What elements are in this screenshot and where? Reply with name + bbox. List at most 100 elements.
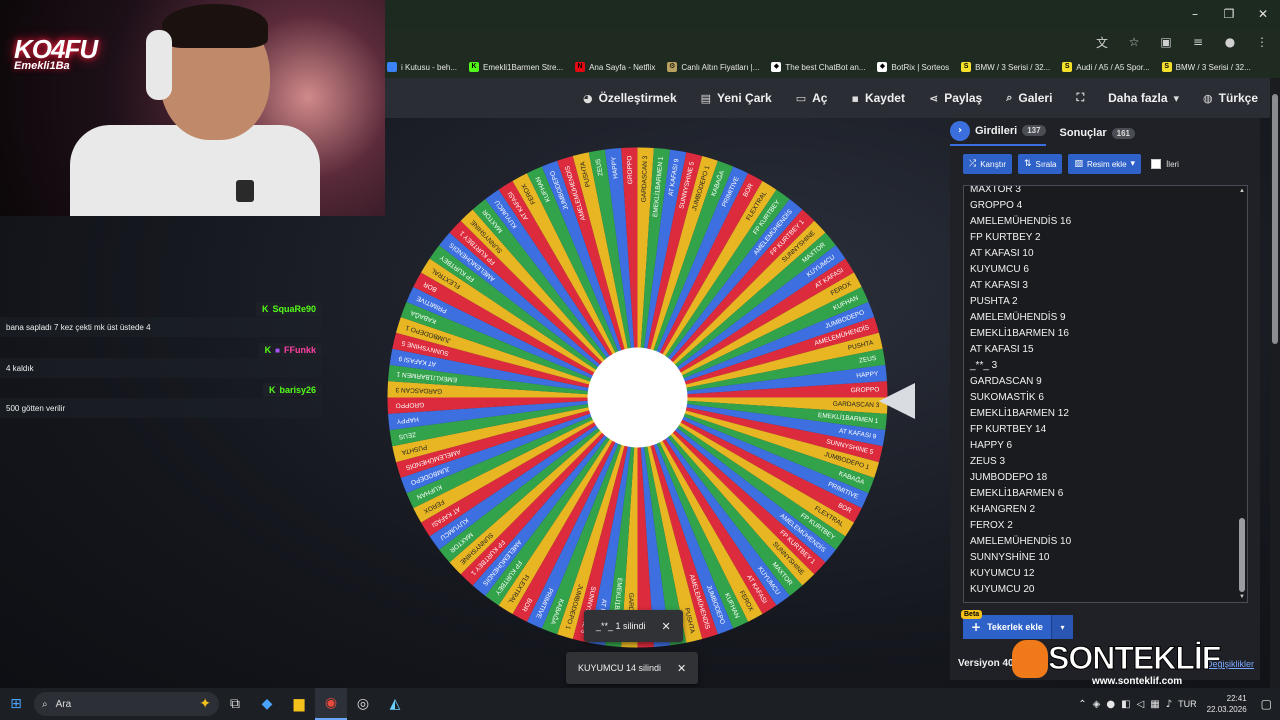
volume-icon[interactable]: ◁ [1137,699,1145,710]
entry-line[interactable]: SUNNYSHİNE 10 [970,550,1235,566]
page-scrollbar[interactable] [1270,78,1280,688]
app-icon[interactable]: ◭ [379,688,411,720]
file-explorer-icon[interactable]: ▆ [283,688,315,720]
entry-line[interactable]: AMELEMÜHENDİS 16 [970,214,1235,230]
speaker-icon[interactable]: ♪ [1166,699,1172,710]
checkbox[interactable] [1151,159,1162,169]
scroll-down-icon[interactable]: ▼ [1239,594,1245,600]
beta-badge: Beta [961,610,983,619]
bookmark-item[interactable]: K Emekli1Barmen Stre... [469,62,563,72]
share-button[interactable]: ⋖ Paylaş [929,91,982,105]
bookmark-item[interactable]: S BMW / 3 Serisi / 32... [961,62,1050,72]
bookmark-favicon-icon: ⚙ [667,62,678,72]
entry-line[interactable]: MAXTOR 3 [970,186,1235,198]
taskbar-clock[interactable]: 22:41 22.03.2026 [1207,693,1247,715]
entry-line[interactable]: FP KURTBEY 14 [970,422,1235,438]
entry-line[interactable]: EMEKLİ1BARMEN 16 [970,326,1235,342]
fullscreen-button[interactable]: ⛶ [1076,91,1084,105]
menu-icon[interactable]: ⋮ [1252,32,1272,52]
clock-time: 22:41 [1226,694,1247,703]
taskbar-search[interactable]: ⌕ Ara ✦ [34,692,219,716]
tab-results[interactable]: Sonuçlar 161 [1060,127,1135,139]
restore-icon[interactable]: ❐ [1212,0,1246,28]
minimize-icon[interactable]: – [1178,0,1212,28]
entry-line[interactable]: KHANGREN 2 [970,502,1235,518]
close-icon[interactable]: ✕ [662,620,671,633]
scroll-thumb[interactable] [1239,518,1245,592]
page-scroll-thumb[interactable] [1272,94,1278,344]
customize-button[interactable]: ◕ Özelleştirmek [583,91,677,105]
shuffle-button[interactable]: ⤮ Karıştır [963,154,1012,174]
entry-line[interactable]: JUMBODEPO 18 [970,470,1235,486]
close-icon[interactable]: ✕ [677,662,686,675]
entry-line[interactable]: KUYUMCU 20 [970,582,1235,598]
advanced-checkbox[interactable]: İleri [1151,159,1179,169]
bookmark-item[interactable]: S Audi / A5 / A5 Spor... [1062,62,1150,72]
obs-icon[interactable]: ◎ [347,688,379,720]
windows-start-icon[interactable]: ⊞ [0,688,32,720]
entry-line[interactable]: AMELEMÜHENDİS 10 [970,534,1235,550]
more-menu[interactable]: Daha fazla ▾ [1108,91,1179,105]
profile-avatar[interactable]: ● [1220,32,1240,52]
tray-app-icon[interactable]: ◈ [1093,699,1101,710]
entry-line[interactable]: AMELEMÜHENDİS 9 [970,310,1235,326]
bookmark-favicon-icon: ◆ [877,62,888,72]
entry-line[interactable]: AT KAFASI 10 [970,246,1235,262]
extensions-icon[interactable]: ▣ [1156,32,1176,52]
entry-line[interactable]: SUKOMASTİK 6 [970,390,1235,406]
microphone-icon[interactable]: ● [1106,699,1115,710]
spin-wheel[interactable]: GARDASCAN 3 EMEKLİ1BARMEN 1 AT KAFASI 9 SUN… [385,145,890,650]
save-button[interactable]: ▪ Kaydet [851,91,904,105]
gallery-button[interactable]: ⌕ Galeri [1006,91,1052,105]
wheel-center-hub[interactable] [587,347,688,448]
add-image-button[interactable]: ▨ Resim ekle ▾ [1068,154,1142,174]
tab-entries[interactable]: › Girdileri 137 [950,120,1046,146]
bookmark-item[interactable]: i Kutusu - beh... [387,62,457,72]
entry-line[interactable]: HAPPY 6 [970,438,1235,454]
translate-icon[interactable]: 文 [1092,32,1112,52]
network-icon[interactable]: ▦ [1150,699,1159,710]
entry-line[interactable]: GROPPO 4 [970,198,1235,214]
entry-line[interactable]: _**_ 3 [970,358,1235,374]
entries-list[interactable]: MAXTOR 3 GROPPO 4 AMELEMÜHENDİS 16 FP KURTB… [970,186,1235,598]
entry-line[interactable]: FEROX 2 [970,518,1235,534]
chevron-right-icon[interactable]: › [950,120,970,141]
wheel-pointer-icon [879,383,915,419]
entries-scrollbar[interactable]: ▲ ▼ [1239,188,1245,600]
language-menu[interactable]: ◍ Türkçe [1203,91,1258,105]
entry-line[interactable]: GARDASCAN 9 [970,374,1235,390]
clock-date: 22.03.2026 [1206,705,1247,714]
star-icon[interactable]: ☆ [1124,32,1144,52]
entry-line[interactable]: FP KURTBEY 2 [970,230,1235,246]
chat-username: Kbarisy26 [262,383,322,397]
entry-line[interactable]: EMEKLİ1BARMEN 12 [970,406,1235,422]
entry-line[interactable]: EMEKLİ1BARMEN 6 [970,486,1235,502]
close-icon[interactable]: ✕ [1246,0,1280,28]
sort-button[interactable]: ⇅ Sırala [1017,154,1063,174]
app-icon[interactable]: ◆ [251,688,283,720]
task-view-icon[interactable]: ⧉ [219,688,251,720]
open-button[interactable]: ▭ Aç [796,91,828,105]
notification-icon[interactable]: ▢ [1261,697,1272,711]
bookmark-item[interactable]: ⚙ Canlı Altın Fiyatları |... [667,62,759,72]
entry-line[interactable]: PUSHTA 2 [970,294,1235,310]
new-wheel-button[interactable]: ▤ Yeni Çark [701,91,772,105]
bookmark-item[interactable]: S BMW / 3 Serisi / 32... [1161,62,1251,72]
bookmark-item[interactable]: ◆ The best ChatBot an... [771,62,865,72]
tray-app-icon[interactable]: ◧ [1121,699,1130,710]
bookmark-item[interactable]: ◆ BotRix | Sorteos [877,62,949,72]
language-indicator[interactable]: TUR [1178,699,1197,709]
entry-line[interactable]: KUYUMCU 6 [970,262,1235,278]
entry-line[interactable]: AT KAFASI 15 [970,342,1235,358]
entry-line[interactable]: ZEUS 3 [970,454,1235,470]
entry-line[interactable]: KUYUMCU 12 [970,566,1235,582]
chevron-up-icon[interactable]: ⌃ [1078,699,1086,710]
chrome-icon[interactable]: ◉ [315,688,347,720]
bookmark-item[interactable]: N Ana Sayfa - Netflix [575,62,655,72]
reading-list-icon[interactable]: ≡ [1188,32,1208,52]
folder-icon: ▭ [795,91,807,105]
wheel-graphic[interactable]: GARDASCAN 3 EMEKLİ1BARMEN 1 AT KAFASI 9SUN… [385,145,890,650]
entries-textarea[interactable]: MAXTOR 3 GROPPO 4 AMELEMÜHENDİS 16 FP KURTB… [963,185,1248,603]
entry-line[interactable]: AT KAFASI 3 [970,278,1235,294]
scroll-up-icon[interactable]: ▲ [1239,188,1245,194]
